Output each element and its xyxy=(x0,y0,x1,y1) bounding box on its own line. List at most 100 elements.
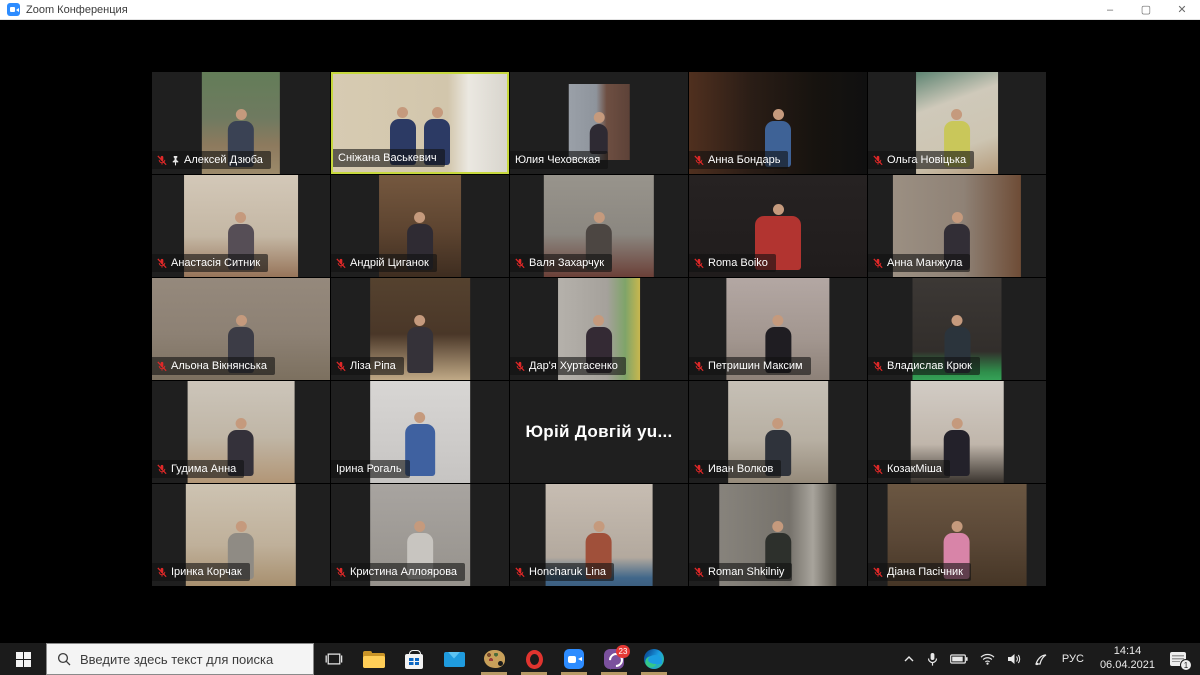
tray-date: 06.04.2021 xyxy=(1100,659,1155,673)
participant-tile[interactable]: Гудима Анна xyxy=(152,381,330,483)
muted-mic-icon xyxy=(157,258,167,269)
participant-tile[interactable]: Ольга Новіцька xyxy=(868,72,1046,174)
participant-name: Анна Манжула xyxy=(887,257,962,269)
silhouette-head xyxy=(951,521,962,532)
muted-mic-icon xyxy=(157,155,167,166)
file-explorer-button[interactable] xyxy=(354,643,394,675)
muted-mic-icon xyxy=(515,567,525,578)
edge-icon xyxy=(644,649,664,669)
participant-tile[interactable]: Петришин Максим xyxy=(689,278,867,380)
tray-expand-button[interactable] xyxy=(898,643,920,675)
participant-name-label: Анастасія Ситник xyxy=(152,254,268,272)
participant-tile[interactable]: КозакМіша xyxy=(868,381,1046,483)
participant-name: Roman Shkilniy xyxy=(708,566,784,578)
pen-icon xyxy=(1034,653,1048,666)
muted-mic-icon xyxy=(694,361,704,372)
start-button[interactable] xyxy=(0,643,46,675)
battery-button[interactable] xyxy=(945,643,973,675)
participant-tile[interactable]: Дар'я Хуртасенко xyxy=(510,278,688,380)
zoom-window: Zoom Конференция – ▢ ✕ xyxy=(0,0,1200,675)
clock[interactable]: 14:14 06.04.2021 xyxy=(1093,645,1162,673)
participant-tile[interactable]: Кристина Аллоярова xyxy=(331,484,509,586)
silhouette-head xyxy=(414,315,425,326)
silhouette-head xyxy=(594,315,605,326)
participant-tile[interactable]: Юрій Довгій yu... xyxy=(510,381,688,483)
silhouette-head xyxy=(235,418,246,429)
participant-name-label: Андрій Циганок xyxy=(331,254,437,272)
volume-button[interactable] xyxy=(1002,643,1027,675)
participant-tile[interactable]: Анна Бондарь xyxy=(689,72,867,174)
silhouette-head xyxy=(414,521,425,532)
person-silhouette xyxy=(407,315,433,373)
participant-name: Ольга Новіцька xyxy=(887,154,966,166)
participant-name-label: Ліза Ріпа xyxy=(331,357,404,375)
participant-tile[interactable]: Валя Захарчук xyxy=(510,175,688,277)
participant-name: Ірина Рогаль xyxy=(336,463,402,475)
muted-mic-icon xyxy=(873,155,883,166)
participant-name-label: Honcharuk Lina xyxy=(510,563,614,581)
participant-name: Сніжана Васькевич xyxy=(338,152,437,164)
silhouette-head xyxy=(952,212,963,223)
participant-tile[interactable]: Ірина Рогаль xyxy=(331,381,509,483)
participant-tile[interactable]: Алексей Дзюба xyxy=(152,72,330,174)
maximize-button[interactable]: ▢ xyxy=(1128,0,1164,19)
network-button[interactable] xyxy=(975,643,1000,675)
language-indicator[interactable]: РУС xyxy=(1055,653,1091,665)
participant-name: Андрій Циганок xyxy=(350,257,429,269)
silhouette-head xyxy=(236,109,247,120)
participant-name-label: Сніжана Васькевич xyxy=(333,149,445,167)
participant-tile[interactable]: Юлия Чеховская xyxy=(510,72,688,174)
task-view-button[interactable] xyxy=(314,643,354,675)
participant-tile[interactable]: Владислав Крюк xyxy=(868,278,1046,380)
volume-icon xyxy=(1007,653,1022,665)
participant-name: Кристина Аллоярова xyxy=(350,566,457,578)
ink-workspace-button[interactable] xyxy=(1029,643,1053,675)
participant-tile[interactable]: Анна Манжула xyxy=(868,175,1046,277)
mail-button[interactable] xyxy=(434,643,474,675)
window-title: Zoom Конференция xyxy=(26,4,128,16)
participant-tile[interactable]: Иван Волков xyxy=(689,381,867,483)
participant-name: Анастасія Ситник xyxy=(171,257,260,269)
close-button[interactable]: ✕ xyxy=(1164,0,1200,19)
search-input[interactable] xyxy=(80,652,303,667)
participant-tile[interactable]: Андрій Циганок xyxy=(331,175,509,277)
notification-badge: 1 xyxy=(1180,659,1192,671)
participant-name: Дар'я Хуртасенко xyxy=(529,360,618,372)
minimize-button[interactable]: – xyxy=(1092,0,1128,19)
muted-mic-icon xyxy=(694,258,704,269)
opera-button[interactable] xyxy=(514,643,554,675)
zoom-taskbar-button[interactable] xyxy=(554,643,594,675)
action-center-button[interactable]: 1 xyxy=(1164,643,1196,675)
silhouette-head xyxy=(432,107,443,118)
muted-mic-icon xyxy=(873,361,883,372)
participant-tile[interactable]: Анастасія Ситник xyxy=(152,175,330,277)
paint-app-button[interactable] xyxy=(474,643,514,675)
participant-name: Валя Захарчук xyxy=(529,257,604,269)
participant-tile[interactable]: Діана Пасічник xyxy=(868,484,1046,586)
silhouette-head xyxy=(235,521,246,532)
participant-name-label: Діана Пасічник xyxy=(868,563,971,581)
silhouette-head xyxy=(415,212,426,223)
participant-tile[interactable]: Іринка Корчак xyxy=(152,484,330,586)
mic-tray-button[interactable] xyxy=(922,643,943,675)
chevron-up-icon xyxy=(903,655,915,663)
muted-mic-icon xyxy=(873,567,883,578)
muted-mic-icon xyxy=(157,361,167,372)
muted-mic-icon xyxy=(694,155,704,166)
participant-tile[interactable]: Roman Shkilniy xyxy=(689,484,867,586)
participant-tile[interactable]: Honcharuk Lina xyxy=(510,484,688,586)
viber-button[interactable]: 23 xyxy=(594,643,634,675)
participant-name: Юлия Чеховская xyxy=(515,154,600,166)
participant-tile[interactable]: Сніжана Васькевич xyxy=(331,72,509,174)
participant-name-label: Владислав Крюк xyxy=(868,357,980,375)
participant-tile[interactable]: Альона Вікнянська xyxy=(152,278,330,380)
participant-tile[interactable]: Roma Boiko xyxy=(689,175,867,277)
participant-name-label: Алексей Дзюба xyxy=(152,151,271,169)
taskbar-search[interactable] xyxy=(46,643,314,675)
edge-button[interactable] xyxy=(634,643,674,675)
muted-mic-icon xyxy=(157,464,167,475)
store-button[interactable] xyxy=(394,643,434,675)
participant-tile[interactable]: Ліза Ріпа xyxy=(331,278,509,380)
muted-mic-icon xyxy=(336,258,346,269)
muted-mic-icon xyxy=(515,361,525,372)
